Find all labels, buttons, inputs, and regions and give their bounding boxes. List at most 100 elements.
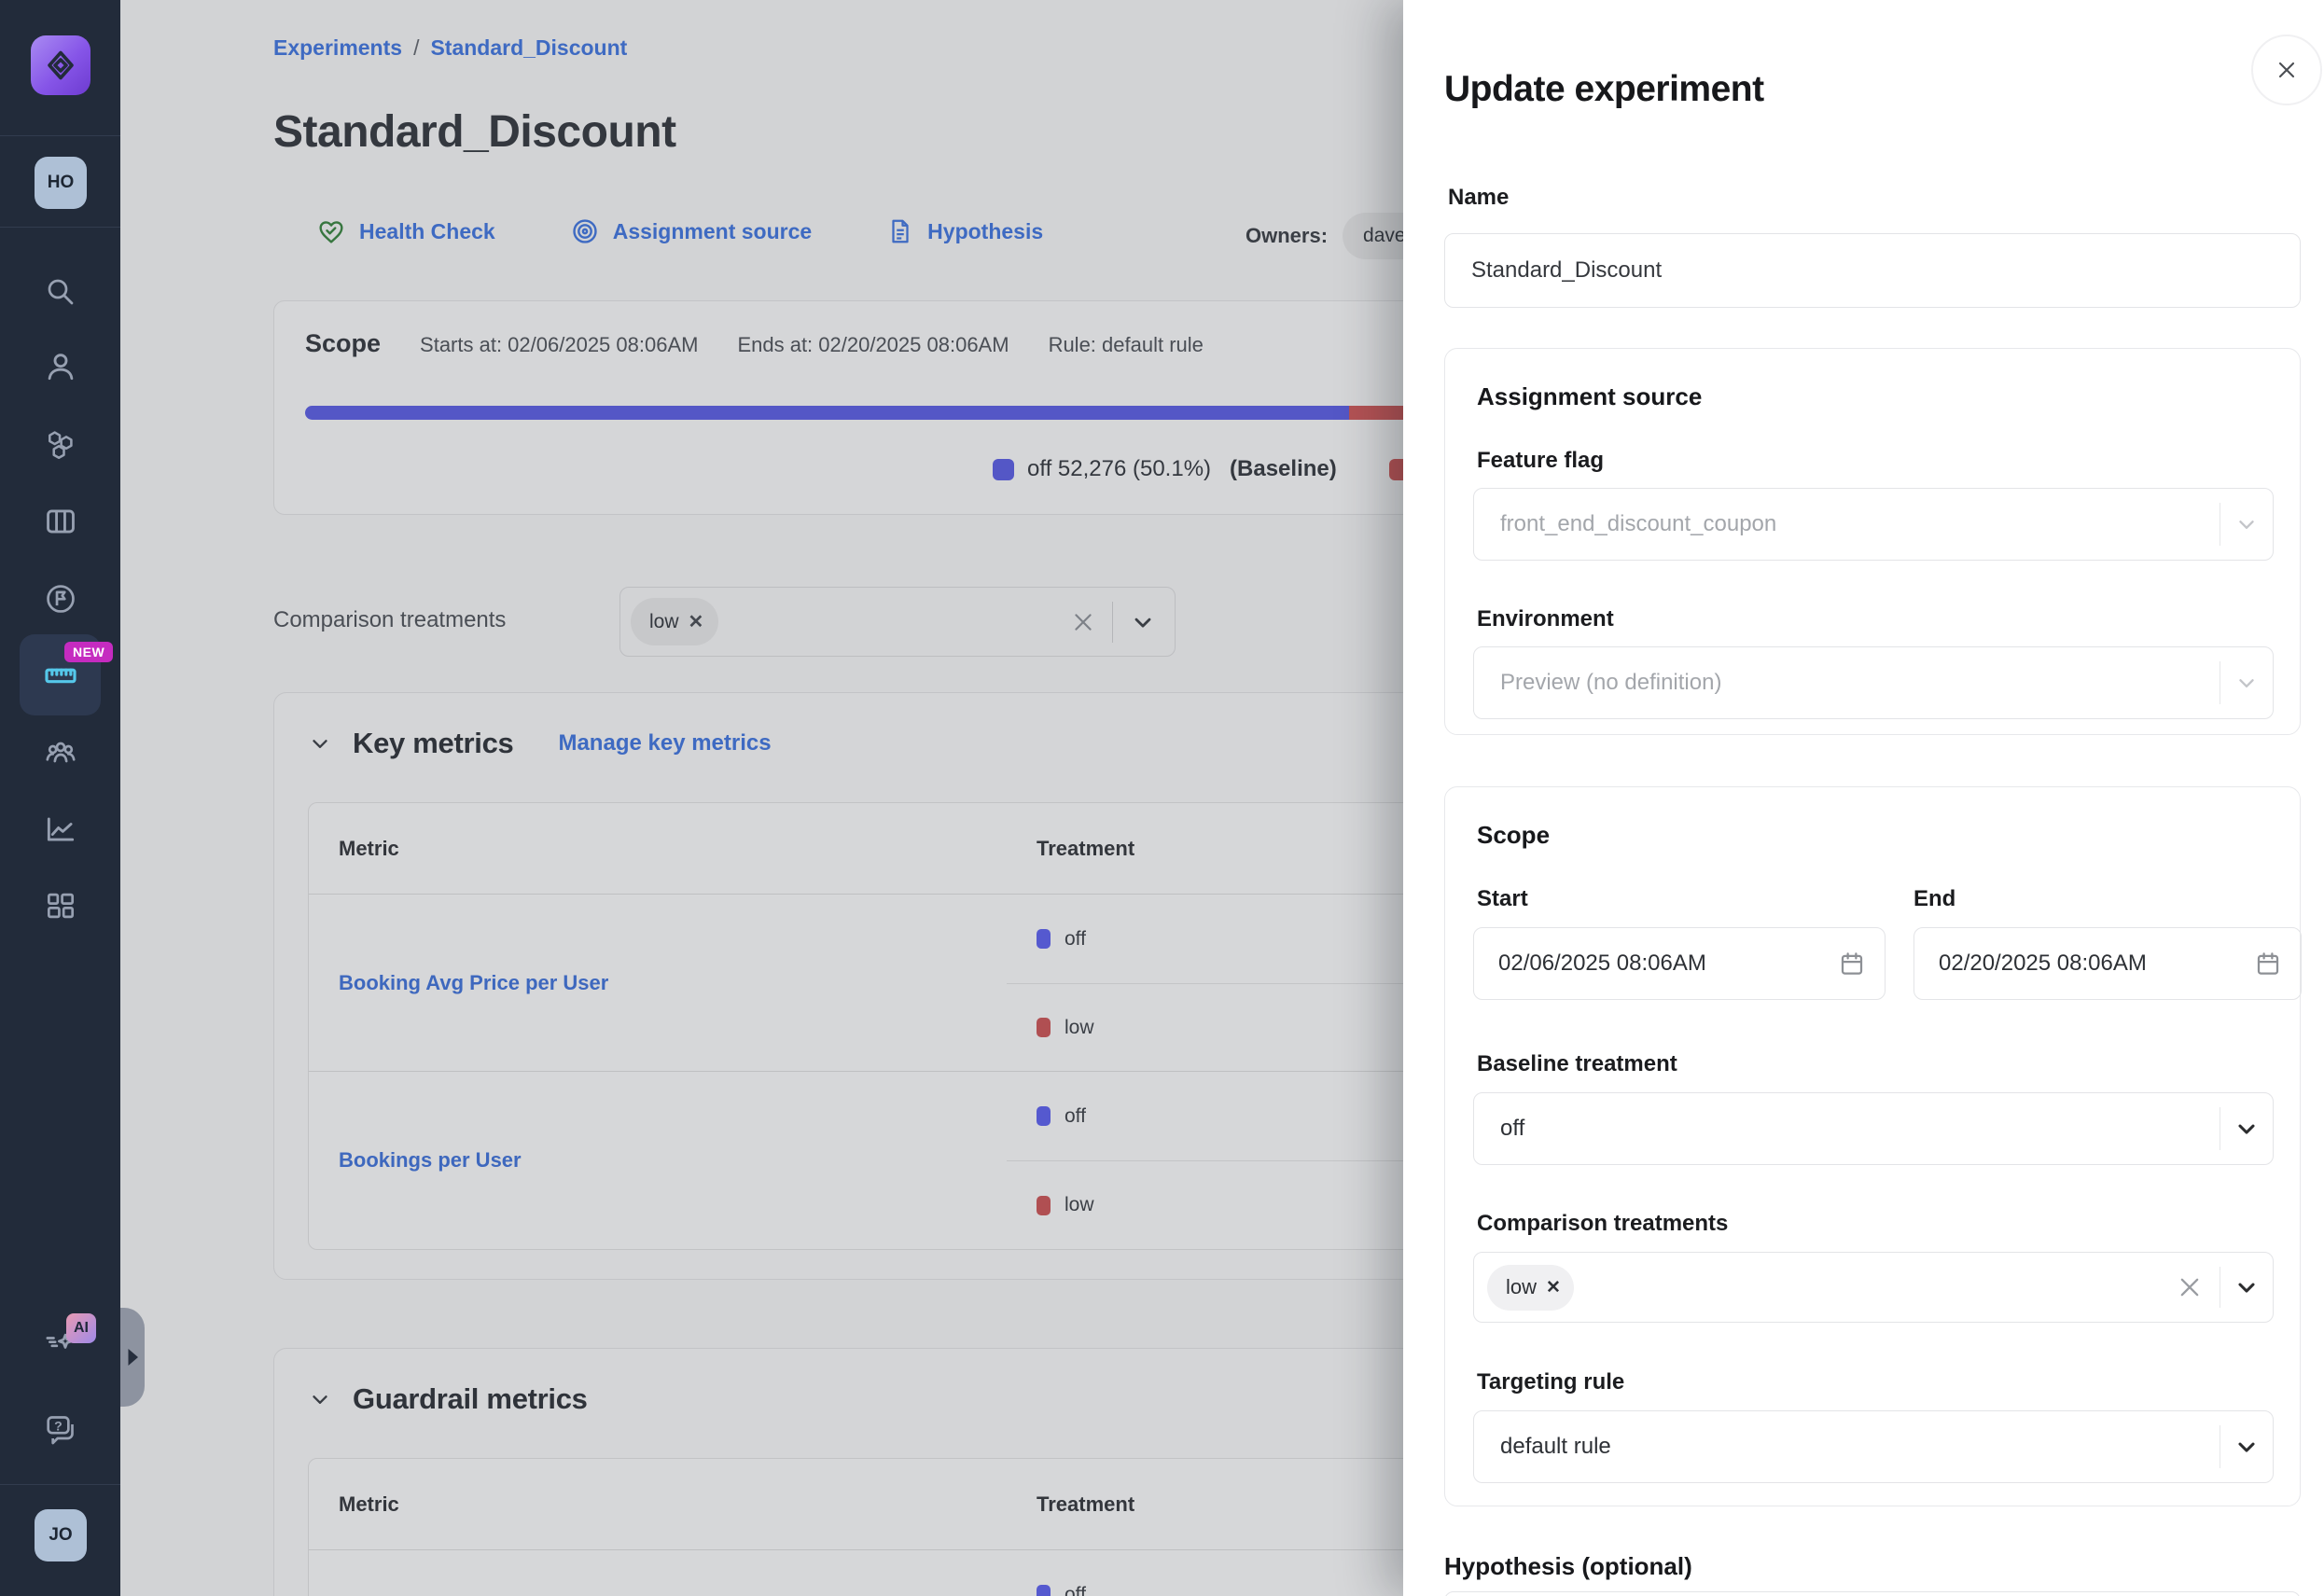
sidebar-item-layouts[interactable] [0,501,120,542]
start-label: Start [1477,886,1528,912]
heart-check-icon [316,216,346,246]
scope-heading: Scope [1477,821,1550,850]
clear-selection-icon[interactable] [2177,1274,2203,1300]
key-metrics-title: Key metrics [353,727,513,760]
calendar-icon[interactable] [2254,950,2282,978]
chevron-down-icon [2220,1116,2273,1142]
treatment-chip-label: low [1506,1275,1537,1299]
comparison-treatments-label: Comparison treatments [1477,1211,1728,1237]
start-date-input[interactable]: 02/06/2025 08:06AM [1473,927,1886,1000]
expand-arrow-icon [125,1349,140,1366]
scope-ends-at: Ends at: 02/20/2025 08:06AM [737,333,1009,357]
sidebar-item-help[interactable]: ? [0,1409,120,1450]
feature-flag-select[interactable]: front_end_discount_coupon [1473,488,2274,561]
sidebar-item-dashboards[interactable] [0,885,120,926]
user-avatar[interactable]: JO [35,1509,87,1561]
environment-select[interactable]: Preview (no definition) [1473,646,2274,719]
health-check-label: Health Check [359,219,495,244]
scope-summary-header: Scope Starts at: 02/06/2025 08:06AM Ends… [305,329,1204,358]
end-date-input[interactable]: 02/20/2025 08:06AM [1913,927,2302,1000]
line-chart-icon [43,812,78,847]
chevron-down-icon[interactable] [1130,609,1156,635]
workspace-avatar[interactable]: HO [35,157,87,209]
quick-links: Health Check Assignment source Hypothesi… [316,216,1043,246]
svg-text:?: ? [54,1420,63,1435]
breadcrumb-experiments[interactable]: Experiments [273,35,402,60]
comparison-treatments-multiselect[interactable]: low ✕ [1473,1252,2274,1323]
treatment-dot-off [1037,1106,1051,1126]
breadcrumb-separator: / [413,35,419,60]
start-date-value: 02/06/2025 08:06AM [1498,951,1706,977]
key-metrics-header: Key metrics Manage key metrics [308,727,772,760]
comparison-treatments-select[interactable]: low ✕ [619,587,1176,657]
assignment-source-label: Assignment source [613,219,812,244]
ai-badge: AI [66,1313,96,1343]
new-badge: NEW [64,642,113,662]
chevron-down-icon [2220,512,2273,536]
collapse-chevron-icon[interactable] [308,731,332,756]
sidebar-item-search[interactable] [0,271,120,312]
end-date-value: 02/20/2025 08:06AM [1939,951,2147,977]
legend-swatch-off [993,459,1014,480]
sidebar-item-segments[interactable] [0,424,120,465]
chip-remove-icon[interactable]: ✕ [1546,1277,1561,1298]
environment-label: Environment [1477,606,1614,632]
chip-remove-icon[interactable]: ✕ [689,610,704,633]
owners-label: Owners: [1245,224,1328,248]
columns-icon [43,504,78,539]
column-header-metric: Metric [309,1459,1007,1550]
feature-flag-label: Feature flag [1477,448,1604,474]
sidebar-item-users[interactable] [0,346,120,387]
scope-starts-at: Starts at: 02/06/2025 08:06AM [420,333,698,357]
scope-rule: Rule: default rule [1049,333,1204,357]
metric-link[interactable]: Booking Avg Price per User [309,895,1007,1072]
targeting-rule-value: default rule [1500,1434,1611,1460]
comparison-treatments-label: Comparison treatments [273,607,506,633]
clear-selection-icon[interactable] [1071,610,1095,634]
breadcrumb-current[interactable]: Standard_Discount [430,35,627,60]
sidebar-item-analytics[interactable] [0,809,120,850]
chevron-down-icon [2220,1274,2273,1300]
sidebar-item-ai-assistant[interactable] [0,1320,120,1361]
metric-link[interactable]: Average Downloads In Promoters Net [309,1550,1007,1596]
assignment-source-card: Assignment source Feature flag front_end… [1444,348,2301,735]
sidebar-item-flags[interactable] [0,578,120,619]
legend-item-off: off 52,276 (50.1%) (Baseline) [993,456,1337,482]
close-drawer-button[interactable] [2251,35,2322,105]
baseline-treatment-label: Baseline treatment [1477,1051,1677,1077]
collapse-chevron-icon[interactable] [308,1387,332,1411]
target-icon [570,216,600,246]
app-logo[interactable] [31,35,90,95]
update-experiment-drawer: Update experiment Name Assignment source… [1403,0,2324,1596]
scope-title: Scope [305,329,381,358]
hypothesis-input[interactable] [1444,1591,2301,1596]
page-title: Standard_Discount [273,106,676,158]
metric-link[interactable]: Bookings per User [309,1072,1007,1249]
baseline-treatment-select[interactable]: off [1473,1092,2274,1165]
environment-value: Preview (no definition) [1500,670,1721,696]
search-icon [44,275,77,309]
health-check-link[interactable]: Health Check [316,216,495,246]
hypothesis-link[interactable]: Hypothesis [886,217,1043,245]
logo-diamond-icon [44,49,77,82]
targeting-rule-select[interactable]: default rule [1473,1410,2274,1483]
sidebar-expand-handle[interactable] [120,1308,145,1407]
column-header-metric: Metric [309,803,1007,895]
assignment-source-link[interactable]: Assignment source [570,216,812,246]
name-label: Name [1448,185,1509,211]
sidebar-item-audiences[interactable] [0,731,120,772]
treatment-chip-low[interactable]: low ✕ [631,598,718,645]
treatment-chip-low[interactable]: low ✕ [1487,1265,1574,1311]
app-screen: HO NEW AI [0,0,2324,1596]
document-icon [886,217,914,245]
calendar-icon[interactable] [1838,950,1866,978]
manage-key-metrics-link[interactable]: Manage key metrics [558,730,771,756]
experiment-name-input[interactable] [1444,233,2301,308]
assignment-source-heading: Assignment source [1477,382,1702,411]
chevron-down-icon [2220,1434,2273,1460]
legend-text-off: off 52,276 (50.1%) [1027,456,1211,482]
hexagons-icon [43,427,78,463]
treatment-dot-low [1037,1196,1051,1215]
feature-flag-value: front_end_discount_coupon [1500,511,1776,537]
sidebar-divider [0,135,120,136]
